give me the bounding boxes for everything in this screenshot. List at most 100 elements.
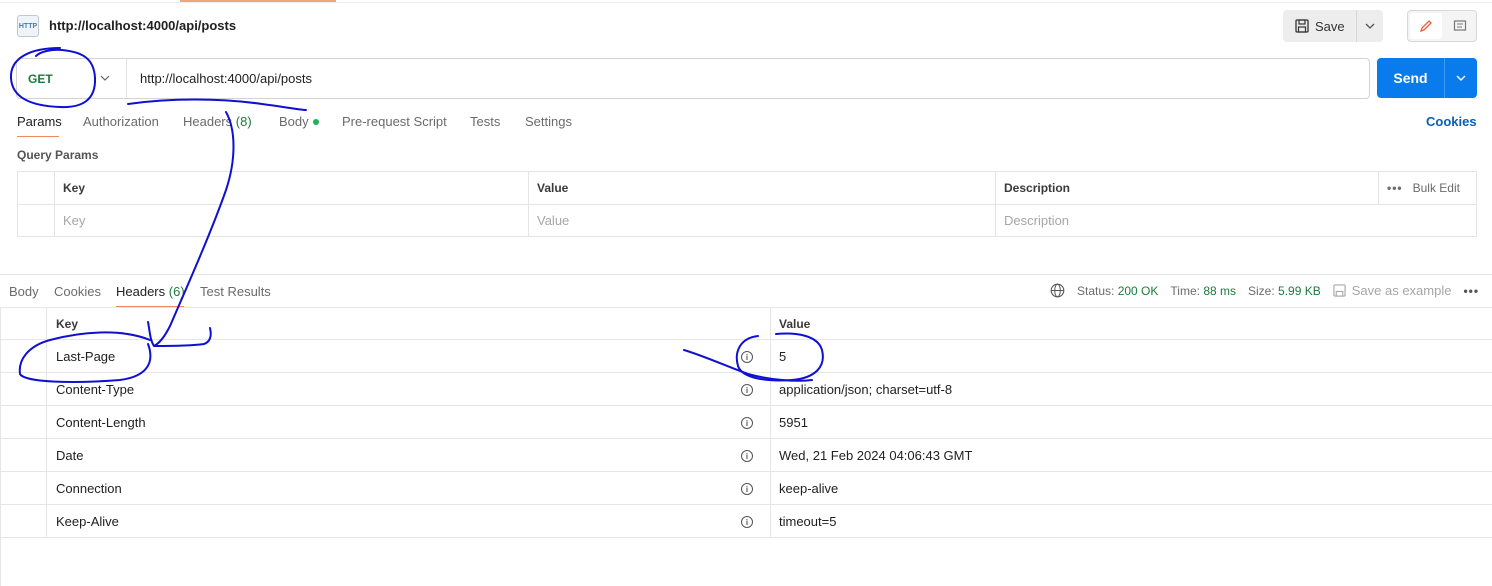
header-value-cell[interactable]: 5951 [770,406,1492,438]
cookies-link[interactable]: Cookies [1426,114,1477,129]
size-label: Size: [1248,283,1275,298]
view-mode-toggle [1407,10,1477,42]
response-divider [0,274,1492,275]
response-tab-headers[interactable]: Headers (6) [116,284,185,299]
tab-headers-count: (8) [235,114,252,129]
tab-body-label: Body [279,114,309,129]
send-button-group: Send [1377,58,1477,98]
save-label: Save [1315,18,1345,34]
status-value: 200 OK [1117,283,1159,298]
params-key-header: Key [54,172,528,204]
table-row: Content-Length i 5951 [0,406,1492,439]
send-options-button[interactable] [1445,58,1477,98]
table-row: Date i Wed, 21 Feb 2024 04:06:43 GMT [0,439,1492,472]
params-description-header: Description [995,172,1378,204]
time-value: 88 ms [1203,283,1236,298]
header-key-cell[interactable]: Content-Type [46,373,770,405]
active-tab-indicator [17,136,59,137]
info-icon[interactable]: i [741,516,753,528]
header-key-cell[interactable]: Connection [46,472,770,504]
header-value-cell[interactable]: 5 [770,340,1492,372]
tab-tests[interactable]: Tests [470,114,500,129]
save-options-button[interactable] [1357,23,1383,29]
top-divider [0,2,1492,3]
param-key-input[interactable]: Key [54,205,528,236]
save-icon [1333,284,1346,297]
size-info[interactable]: Size: 5.99 KB [1248,284,1321,298]
comments-mode-button[interactable] [1444,11,1476,41]
query-params-heading: Query Params [17,148,99,162]
header-key-cell[interactable]: Content-Length [46,406,770,438]
query-params-table: Key Value Description ••• Bulk Edit Key … [17,171,1477,237]
send-button[interactable]: Send [1377,58,1445,98]
time-info[interactable]: Time: 88 ms [1170,284,1236,298]
tab-headers[interactable]: Headers (8) [183,114,252,129]
status-label: Status: [1077,283,1115,298]
bulk-edit-area: ••• Bulk Edit [1378,172,1478,204]
response-value-header: Value [770,308,1492,339]
params-value-header: Value [528,172,995,204]
comment-icon [1453,20,1467,31]
tab-authorization[interactable]: Authorization [83,114,159,129]
pencil-icon [1419,20,1432,33]
chevron-down-icon [1456,75,1466,81]
response-meta: Status: 200 OK Time: 88 ms Size: 5.99 KB… [1050,283,1479,298]
tab-params[interactable]: Params [17,114,62,129]
more-icon[interactable]: ••• [1387,181,1403,195]
response-tab-body[interactable]: Body [9,284,39,299]
table-row: Connection i keep-alive [0,472,1492,505]
response-key-header: Key [46,308,770,339]
chevron-down-icon [1365,23,1375,29]
size-value: 5.99 KB [1278,283,1321,298]
param-description-input[interactable]: Description [995,205,1478,236]
annotation-line-headers [127,98,307,111]
save-button[interactable]: Save [1283,10,1357,42]
status-info[interactable]: Status: 200 OK [1077,284,1158,298]
response-tab-cookies[interactable]: Cookies [54,284,101,299]
tab-headers-label: Headers [183,114,233,129]
info-icon[interactable]: i [741,384,753,396]
header-value-cell[interactable]: Wed, 21 Feb 2024 04:06:43 GMT [770,439,1492,471]
body-indicator-dot [312,118,319,125]
request-title[interactable]: http://localhost:4000/api/posts [49,18,236,33]
info-icon[interactable]: i [741,483,753,495]
info-icon[interactable]: i [741,417,753,429]
header-key-cell[interactable]: Last-Page [46,340,770,372]
more-icon[interactable]: ••• [1463,284,1479,298]
url-input[interactable]: http://localhost:4000/api/posts [127,71,312,86]
globe-icon[interactable] [1050,283,1065,298]
response-tab-test-results[interactable]: Test Results [200,284,271,299]
params-checkbox-cell [18,205,54,236]
param-value-input[interactable]: Value [528,205,995,236]
params-checkbox-header [18,172,54,204]
params-header-row: Key Value Description ••• Bulk Edit [18,172,1476,204]
save-button-group: Save [1283,10,1383,42]
chevron-down-icon [100,75,110,81]
table-row: Last-Page i 5 [0,340,1492,373]
response-tab-headers-count: (6) [168,284,185,299]
url-bar: GET http://localhost:4000/api/posts [16,58,1370,99]
save-as-example-button[interactable]: Save as example [1333,283,1452,298]
header-value-cell[interactable]: application/json; charset=utf-8 [770,373,1492,405]
tab-body[interactable]: Body [279,114,319,129]
header-key-cell[interactable]: Keep-Alive [46,505,770,537]
header-key-cell[interactable]: Date [46,439,770,471]
save-icon [1295,19,1309,33]
table-row: Keep-Alive i timeout=5 [0,505,1492,538]
params-input-row: Key Value Description [18,204,1476,236]
header-value-cell[interactable]: timeout=5 [770,505,1492,537]
edit-mode-button[interactable] [1410,13,1442,39]
save-as-example-label: Save as example [1351,283,1452,298]
info-icon[interactable]: i [741,450,753,462]
time-label: Time: [1170,283,1200,298]
method-label: GET [28,71,53,86]
info-icon[interactable]: i [741,351,753,363]
tab-pre-request-script[interactable]: Pre-request Script [342,114,447,129]
response-headers-header-row: Key Value [0,308,1492,340]
bulk-edit-button[interactable]: Bulk Edit [1413,181,1460,195]
tab-settings[interactable]: Settings [525,114,572,129]
http-icon: HTTP [17,15,39,37]
table-row: Content-Type i application/json; charset… [0,373,1492,406]
header-value-cell[interactable]: keep-alive [770,472,1492,504]
response-tab-headers-label: Headers [116,284,166,299]
